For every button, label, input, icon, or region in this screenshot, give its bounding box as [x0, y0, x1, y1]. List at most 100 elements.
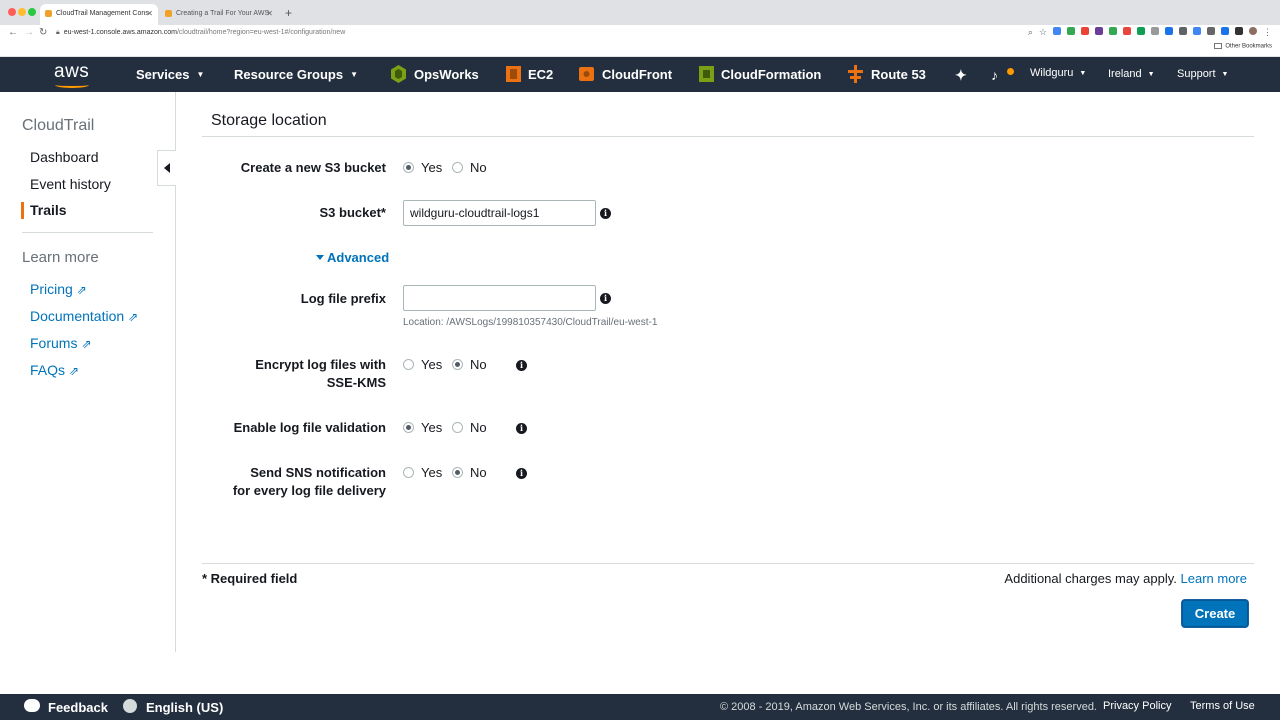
sidebar-link-forums[interactable]: Forums ⇗: [30, 335, 92, 351]
sidebar-item-dashboard[interactable]: Dashboard: [30, 149, 99, 165]
extension-icon[interactable]: [1235, 27, 1243, 35]
validation-yes-label[interactable]: Yes: [421, 420, 442, 435]
support-menu[interactable]: Support ▼: [1177, 68, 1228, 80]
info-icon[interactable]: i: [516, 468, 527, 479]
aws-favicon-icon: [165, 10, 172, 17]
create-bucket-no-radio[interactable]: [452, 162, 463, 173]
close-tab-icon[interactable]: ✕: [266, 9, 273, 18]
learn-more-link[interactable]: Learn more: [1181, 571, 1247, 586]
info-icon[interactable]: i: [600, 293, 611, 304]
close-tab-icon[interactable]: ✕: [146, 9, 153, 18]
create-bucket-yes-radio[interactable]: [403, 162, 414, 173]
support-label: Support: [1177, 68, 1216, 80]
privacy-policy-link[interactable]: Privacy Policy: [1103, 700, 1171, 712]
create-bucket-yes-label[interactable]: Yes: [421, 160, 442, 175]
extension-icon[interactable]: [1193, 27, 1201, 35]
menu-icon[interactable]: ⋮: [1263, 27, 1272, 38]
close-window-button[interactable]: [8, 8, 16, 16]
sidebar-divider: [22, 232, 153, 233]
services-label: Services: [136, 67, 190, 82]
extension-icon[interactable]: [1053, 27, 1061, 35]
extension-icon[interactable]: [1151, 27, 1159, 35]
sns-no-label[interactable]: No: [470, 465, 487, 480]
charges-text: Additional charges may apply.: [1004, 571, 1177, 586]
route53-icon: [848, 65, 863, 83]
region-menu[interactable]: Ireland ▼: [1108, 68, 1155, 80]
extension-icon[interactable]: [1081, 27, 1089, 35]
caret-down-icon: ▼: [350, 70, 359, 79]
extension-icon[interactable]: [1207, 27, 1215, 35]
sns-no-radio[interactable]: [452, 467, 463, 478]
zoom-icon[interactable]: ⌕: [1028, 27, 1033, 38]
resource-groups-menu[interactable]: Resource Groups ▼: [234, 67, 358, 82]
validation-label: Enable log file validation: [233, 420, 386, 435]
extension-icon[interactable]: [1137, 27, 1145, 35]
documentation-label: Documentation: [30, 308, 125, 324]
active-indicator: [21, 202, 24, 219]
sns-yes-radio[interactable]: [403, 467, 414, 478]
pricing-label: Pricing: [30, 281, 73, 297]
terms-of-use-link[interactable]: Terms of Use: [1190, 700, 1255, 712]
minimize-window-button[interactable]: [18, 8, 26, 16]
sidebar-item-event-history[interactable]: Event history: [30, 176, 111, 192]
encrypt-yes-radio[interactable]: [403, 359, 414, 370]
log-prefix-input[interactable]: [403, 285, 596, 311]
extension-icon[interactable]: [1221, 27, 1229, 35]
shortcut-opsworks[interactable]: OpsWorks: [414, 67, 479, 82]
info-icon[interactable]: i: [516, 360, 527, 371]
external-link-icon: ⇗: [69, 364, 80, 378]
extension-icon[interactable]: [1109, 27, 1117, 35]
encrypt-yes-label[interactable]: Yes: [421, 357, 442, 372]
back-icon[interactable]: ←: [8, 27, 18, 38]
advanced-toggle[interactable]: Advanced: [316, 250, 389, 265]
create-button[interactable]: Create: [1182, 600, 1248, 627]
sidebar-link-documentation[interactable]: Documentation ⇗: [30, 308, 138, 324]
validation-no-label[interactable]: No: [470, 420, 487, 435]
feedback-button[interactable]: Feedback: [48, 700, 108, 715]
services-menu[interactable]: Services ▼: [136, 67, 204, 82]
pin-icon[interactable]: ✦: [955, 67, 967, 84]
sidebar-link-pricing[interactable]: Pricing ⇗: [30, 281, 87, 297]
browser-tab-cloudtrail[interactable]: CloudTrail Management Cons ✕: [40, 4, 158, 25]
caret-down-icon: ▼: [1221, 71, 1229, 78]
extension-icon[interactable]: [1095, 27, 1103, 35]
aws-favicon-icon: [45, 10, 52, 17]
profile-avatar[interactable]: [1249, 27, 1257, 35]
extension-icon[interactable]: [1179, 27, 1187, 35]
address-bar[interactable]: 🔒︎ eu-west-1.console.aws.amazon.com/cloud…: [56, 26, 936, 40]
shortcut-ec2[interactable]: EC2: [528, 67, 553, 82]
encrypt-no-label[interactable]: No: [470, 357, 487, 372]
sidebar-link-faqs[interactable]: FAQs ⇗: [30, 362, 79, 378]
other-bookmarks[interactable]: Other Bookmarks: [1214, 43, 1272, 50]
info-icon[interactable]: i: [600, 208, 611, 219]
globe-icon: [123, 699, 137, 713]
forums-label: Forums: [30, 335, 78, 351]
extension-icon[interactable]: [1165, 27, 1173, 35]
external-link-icon: ⇗: [76, 283, 87, 297]
s3-bucket-input[interactable]: [403, 200, 596, 226]
language-selector[interactable]: English (US): [146, 700, 223, 715]
collapse-sidebar-button[interactable]: [157, 150, 176, 186]
sidebar-item-trails[interactable]: Trails: [30, 202, 67, 218]
shortcut-route53[interactable]: Route 53: [871, 67, 926, 82]
bookmark-star-icon[interactable]: ☆: [1039, 27, 1047, 38]
validation-yes-radio[interactable]: [403, 422, 414, 433]
extension-icon[interactable]: [1123, 27, 1131, 35]
reload-icon[interactable]: ↻: [39, 27, 47, 38]
browser-tab-docs[interactable]: Creating a Trail For Your AWS ✕: [160, 4, 278, 25]
shortcut-cloudformation[interactable]: CloudFormation: [721, 67, 821, 82]
validation-no-radio[interactable]: [452, 422, 463, 433]
info-icon[interactable]: i: [516, 423, 527, 434]
encrypt-no-radio[interactable]: [452, 359, 463, 370]
maximize-window-button[interactable]: [28, 8, 36, 16]
sns-yes-label[interactable]: Yes: [421, 465, 442, 480]
bell-icon[interactable]: ♪: [991, 67, 998, 83]
encrypt-label: Encrypt log files with SSE-KMS: [255, 357, 386, 390]
account-menu[interactable]: Wildguru ▼: [1030, 67, 1086, 79]
aws-logo[interactable]: aws: [54, 61, 89, 83]
extension-icon[interactable]: [1067, 27, 1075, 35]
create-bucket-no-label[interactable]: No: [470, 160, 487, 175]
shortcut-cloudfront[interactable]: CloudFront: [602, 67, 672, 82]
forward-icon[interactable]: →: [24, 27, 34, 38]
new-tab-button[interactable]: +: [285, 6, 292, 20]
